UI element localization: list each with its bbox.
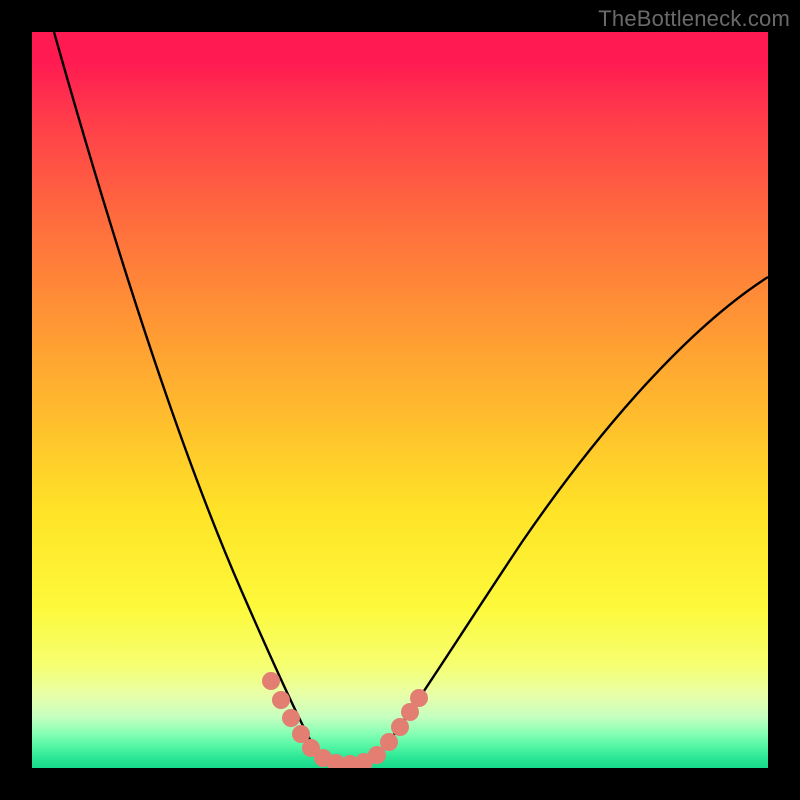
bottleneck-curve xyxy=(54,32,768,765)
plot-area xyxy=(32,32,768,768)
outer-frame: TheBottleneck.com xyxy=(0,0,800,800)
watermark-text: TheBottleneck.com xyxy=(598,6,790,32)
marker-dot xyxy=(380,733,398,751)
marker-dot xyxy=(391,718,409,736)
marker-dot xyxy=(272,691,290,709)
chart-svg xyxy=(32,32,768,768)
marker-dot xyxy=(282,709,300,727)
marker-layer xyxy=(262,672,428,768)
marker-dot xyxy=(262,672,280,690)
marker-dot xyxy=(410,689,428,707)
curve-layer xyxy=(54,32,768,765)
